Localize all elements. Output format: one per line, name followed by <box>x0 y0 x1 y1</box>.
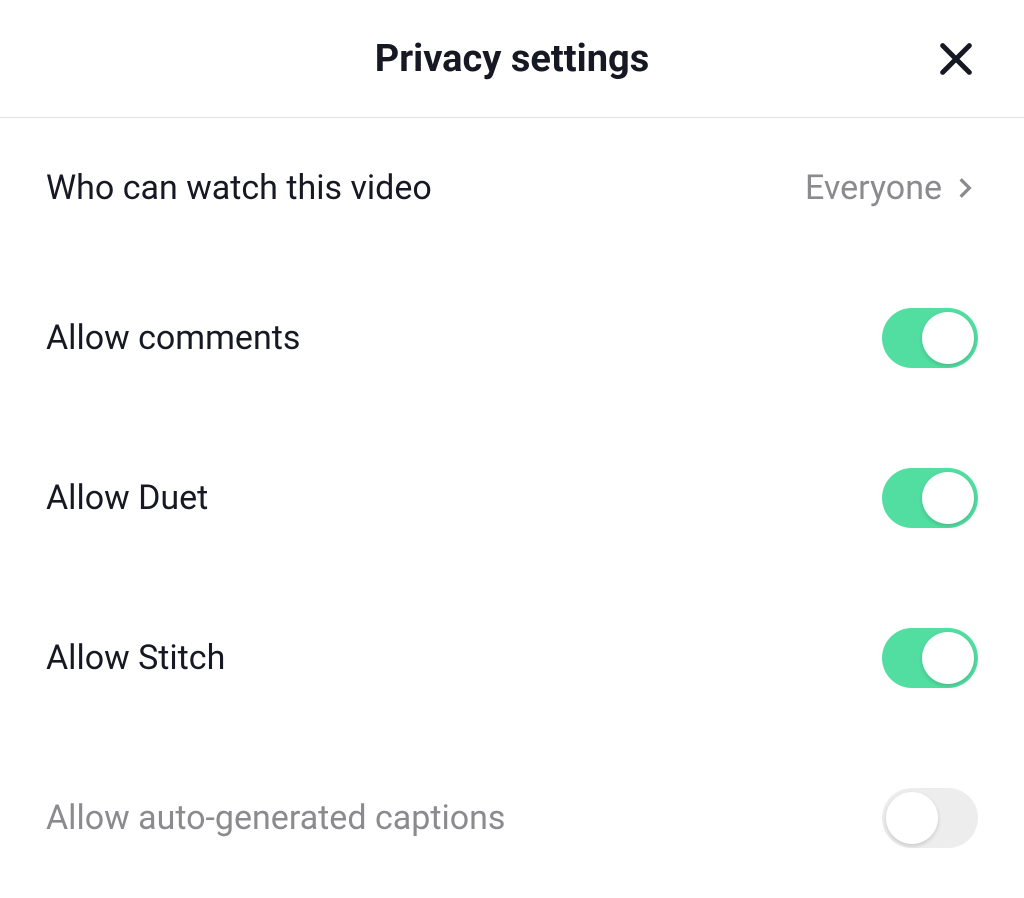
close-button[interactable] <box>928 31 984 87</box>
visibility-label: Who can watch this video <box>46 168 432 208</box>
chevron-right-icon <box>952 175 978 201</box>
settings-list: Who can watch this video Everyone Allow … <box>0 118 1024 898</box>
toggle-knob <box>922 472 974 524</box>
duet-row[interactable]: Allow Duet <box>40 418 984 578</box>
page-title: Privacy settings <box>375 37 649 81</box>
header: Privacy settings <box>0 0 1024 118</box>
duet-toggle[interactable] <box>882 468 978 528</box>
visibility-row[interactable]: Who can watch this video Everyone <box>40 118 984 258</box>
visibility-value: Everyone <box>805 168 942 208</box>
toggle-knob <box>922 632 974 684</box>
stitch-row[interactable]: Allow Stitch <box>40 578 984 738</box>
visibility-value-wrap: Everyone <box>805 168 978 208</box>
stitch-label: Allow Stitch <box>46 638 225 678</box>
toggle-knob <box>886 792 938 844</box>
toggle-knob <box>922 312 974 364</box>
stitch-toggle[interactable] <box>882 628 978 688</box>
duet-label: Allow Duet <box>46 478 208 518</box>
captions-toggle[interactable] <box>882 788 978 848</box>
comments-row[interactable]: Allow comments <box>40 258 984 418</box>
comments-toggle[interactable] <box>882 308 978 368</box>
comments-label: Allow comments <box>46 318 300 358</box>
captions-label: Allow auto-generated captions <box>46 798 505 838</box>
close-icon <box>936 39 976 79</box>
captions-row[interactable]: Allow auto-generated captions <box>40 738 984 898</box>
